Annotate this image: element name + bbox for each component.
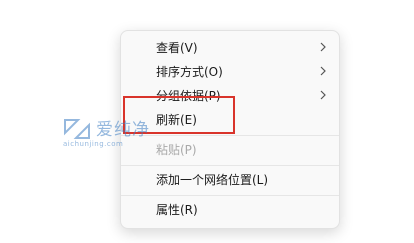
- menu-item-properties[interactable]: 属性(R): [126, 197, 334, 221]
- watermark-title: 爱纯净: [96, 120, 150, 140]
- watermark-logo-icon: [64, 119, 90, 139]
- menu-item-view-label: 查看(V): [156, 40, 198, 55]
- menu-item-sort-by[interactable]: 排序方式(O): [126, 59, 334, 83]
- chevron-right-icon: [320, 66, 326, 76]
- menu-separator: [121, 165, 339, 166]
- menu-item-paste-label: 粘贴(P): [156, 142, 197, 157]
- menu-item-view[interactable]: 查看(V): [126, 35, 334, 59]
- watermark-subtitle: aichunjing.com: [63, 140, 124, 148]
- menu-item-sort-by-label: 排序方式(O): [156, 64, 223, 79]
- watermark: 爱纯净 aichunjing.com: [62, 117, 152, 153]
- chevron-right-icon: [320, 90, 326, 100]
- menu-item-paste[interactable]: 粘贴(P): [126, 137, 334, 161]
- menu-item-properties-label: 属性(R): [156, 202, 198, 217]
- menu-item-add-network-location[interactable]: 添加一个网络位置(L): [126, 167, 334, 191]
- menu-separator: [121, 195, 339, 196]
- menu-item-add-network-location-label: 添加一个网络位置(L): [156, 172, 269, 187]
- menu-separator: [121, 135, 339, 136]
- chevron-right-icon: [320, 42, 326, 52]
